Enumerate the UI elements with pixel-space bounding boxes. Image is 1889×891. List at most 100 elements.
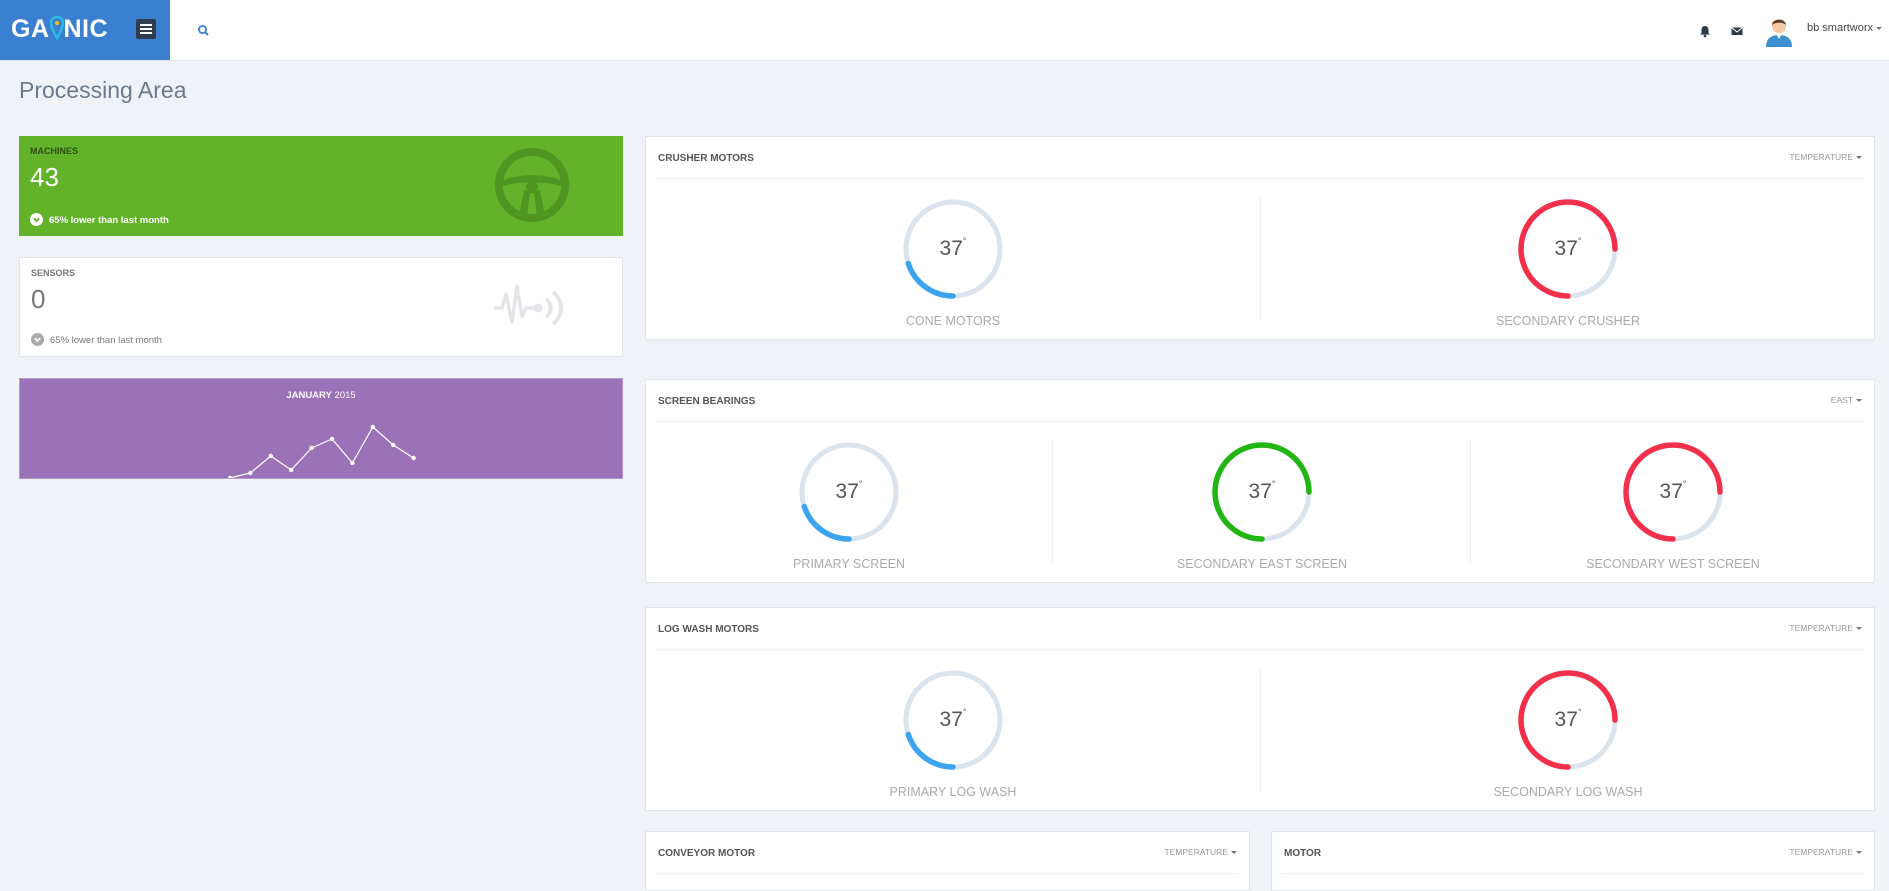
log-wash-motors-panel: LOG WASH MOTORS TEMPERATURE 37° PRIMARY … (645, 607, 1875, 811)
chevron-down-icon (1856, 156, 1862, 160)
machines-trend-note: 65% lower than last month (30, 213, 169, 226)
app-logo[interactable]: GA NIC (11, 15, 108, 44)
chevron-down-icon (1856, 851, 1862, 855)
trend-point (391, 442, 396, 448)
dropdown-label: TEMPERATURE (1164, 847, 1228, 857)
page-title: Processing Area (19, 77, 187, 103)
envelope-icon[interactable] (1729, 23, 1745, 39)
machines-note-text: 65% lower than last month (49, 215, 169, 226)
chevron-down-icon (1856, 399, 1862, 403)
trend-point (227, 475, 233, 478)
gauge-cone-motors[interactable]: 37° CONE MOTORS (646, 197, 1260, 328)
trend-point (268, 453, 273, 459)
gauge-label: SECONDARY CRUSHER (1495, 314, 1640, 328)
trend-point (350, 460, 355, 466)
panel-title: SCREEN BEARINGS (658, 396, 756, 407)
degree-unit: ° (962, 707, 967, 717)
steering-wheel-icon (495, 148, 569, 222)
gauge-value: 37 (1554, 237, 1578, 260)
trend-point (411, 455, 416, 461)
bell-icon[interactable] (1697, 23, 1713, 39)
gauge-label: SECONDARY WEST SCREEN (1586, 557, 1760, 571)
temperature-dropdown[interactable]: TEMPERATURE (1789, 623, 1862, 633)
trend-sparkline (227, 424, 416, 478)
menu-toggle-button[interactable] (136, 19, 156, 39)
trend-point (309, 445, 314, 451)
gauge-center: 37° (797, 440, 901, 544)
machines-card[interactable]: MACHINES 43 65% lower than last month (19, 136, 623, 236)
sensors-trend-note: 65% lower than last month (31, 333, 162, 346)
chevron-down-circle-icon (31, 333, 44, 346)
trend-line (229, 426, 414, 478)
conveyor-motor-panel: CONVEYOR MOTOR TEMPERATURE (645, 831, 1250, 891)
gauge-value: 37 (1659, 480, 1683, 503)
gauge-label: SECONDARY EAST SCREEN (1176, 557, 1348, 571)
gauge-label: PRIMARY LOG WASH (889, 785, 1017, 799)
gauge-label: SECONDARY LOG WASH (1493, 785, 1643, 799)
monthly-trend-card: JANUARY 2015 (19, 378, 623, 479)
gauge-secondary-crusher[interactable]: 37° SECONDARY CRUSHER (1260, 197, 1875, 328)
panel-title: MOTOR (1284, 848, 1322, 859)
motor-panel: MOTOR TEMPERATURE (1271, 831, 1875, 891)
panel-title: CRUSHER MOTORS (658, 153, 754, 164)
trend-point (329, 436, 335, 442)
user-avatar[interactable] (1762, 13, 1796, 47)
screen-bearings-panel: SCREEN BEARINGS EAST 37° PRIMARY SCREEN … (645, 379, 1875, 583)
temperature-dropdown[interactable]: TEMPERATURE (1789, 847, 1862, 857)
chevron-down-circle-icon (30, 213, 43, 226)
gauge-center: 37° (1210, 440, 1314, 544)
degree-unit: ° (1577, 707, 1582, 717)
degree-unit: ° (1682, 479, 1687, 489)
chevron-down-icon (1231, 851, 1237, 855)
divider (656, 649, 1864, 650)
dropdown-label: TEMPERATURE (1789, 847, 1853, 857)
logo-text-right: NIC (63, 15, 109, 43)
gauge-value: 37 (1248, 480, 1272, 503)
sensors-card[interactable]: SENSORS 0 65% lower than last month (19, 257, 623, 357)
trend-point (248, 470, 253, 476)
top-navbar: GA NIC bb smartworx (0, 0, 1889, 61)
divider (1282, 873, 1864, 874)
wireless-sensor-icon (494, 284, 563, 326)
gauge-secondary-log-wash[interactable]: 37° SECONDARY LOG WASH (1260, 668, 1875, 799)
gauge-secondary-west-screen[interactable]: 37° SECONDARY WEST SCREEN (1470, 440, 1875, 571)
gauge-center: 37° (1621, 440, 1725, 544)
divider (656, 421, 1864, 422)
panel-title: LOG WASH MOTORS (658, 624, 759, 635)
panel-title: CONVEYOR MOTOR (658, 848, 756, 859)
map-pin-icon (49, 15, 64, 41)
chevron-down-icon (1856, 627, 1862, 631)
gauge-center: 37° (901, 668, 1005, 772)
divider (656, 873, 1239, 874)
degree-unit: ° (962, 236, 967, 246)
east-dropdown[interactable]: EAST (1831, 395, 1862, 405)
degree-unit: ° (858, 479, 863, 489)
trend-point (370, 424, 375, 430)
gauge-label: CONE MOTORS (905, 314, 1001, 328)
gauge-center: 37° (901, 197, 1005, 301)
gauge-value: 37 (939, 237, 963, 260)
gauge-value: 37 (939, 708, 963, 731)
degree-unit: ° (1577, 236, 1582, 246)
gauge-primary-log-wash[interactable]: 37° PRIMARY LOG WASH (646, 668, 1260, 799)
dropdown-label: TEMPERATURE (1789, 152, 1853, 162)
gauge-center: 37° (1516, 668, 1620, 772)
user-menu[interactable]: bb smartworx (1807, 22, 1883, 34)
logo-text-left: GA (11, 15, 50, 43)
degree-unit: ° (1271, 479, 1276, 489)
temperature-dropdown[interactable]: TEMPERATURE (1164, 847, 1237, 857)
trend-point (289, 467, 294, 473)
divider (656, 178, 1864, 179)
crusher-motors-panel: CRUSHER MOTORS TEMPERATURE 37° CONE MOTO… (645, 136, 1875, 340)
search-icon[interactable] (196, 23, 212, 39)
gauge-primary-screen[interactable]: 37° PRIMARY SCREEN (646, 440, 1052, 571)
chevron-down-icon (1876, 26, 1883, 30)
dropdown-label: TEMPERATURE (1789, 623, 1853, 633)
brand-area: GA NIC (0, 0, 170, 60)
gauge-label: PRIMARY SCREEN (792, 557, 906, 571)
dropdown-label: EAST (1830, 395, 1853, 405)
gauge-secondary-east-screen[interactable]: 37° SECONDARY EAST SCREEN (1052, 440, 1471, 571)
gauge-center: 37° (1516, 197, 1620, 301)
user-name: bb smartworx (1807, 22, 1874, 34)
temperature-dropdown[interactable]: TEMPERATURE (1789, 152, 1862, 162)
